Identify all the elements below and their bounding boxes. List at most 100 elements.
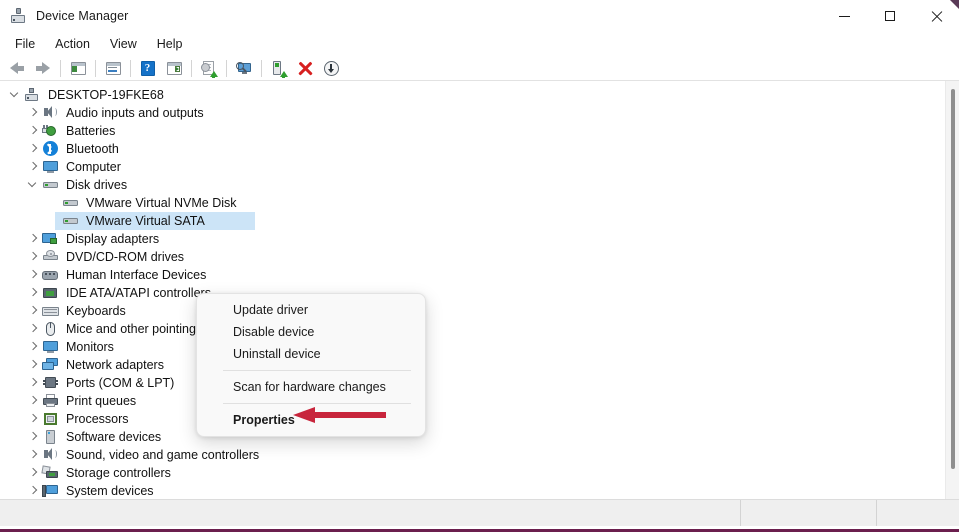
status-segment-3	[877, 500, 959, 526]
chevron-right-icon[interactable]	[26, 320, 42, 338]
chevron-right-icon[interactable]	[26, 158, 42, 176]
tree-item-mice[interactable]: Mice and other pointing devices	[0, 320, 945, 338]
chevron-right-icon[interactable]	[26, 374, 42, 392]
ctx-disable-device[interactable]: Disable device	[201, 321, 421, 343]
tree-item-label: Sound, video and game controllers	[66, 448, 260, 462]
chevron-right-icon[interactable]	[26, 410, 42, 428]
chevron-right-icon[interactable]	[26, 248, 42, 266]
tree-item-ports[interactable]: Ports (COM & LPT)	[0, 374, 945, 392]
update-driver-button[interactable]	[196, 57, 222, 80]
device-tree[interactable]: DESKTOP-19FKE68 Audio inputs and outputs…	[0, 81, 945, 500]
maximize-button[interactable]	[867, 0, 913, 32]
show-hide-action-pane-button[interactable]	[161, 57, 187, 80]
dvd-drive-icon	[42, 249, 59, 265]
chevron-right-icon[interactable]	[26, 302, 42, 320]
chevron-right-icon[interactable]	[26, 104, 42, 122]
forward-button[interactable]	[30, 57, 56, 80]
red-left-arrow-annotation	[293, 407, 386, 423]
uninstall-device-button[interactable]	[292, 57, 318, 80]
properties-button[interactable]	[100, 57, 126, 80]
chevron-right-icon[interactable]	[26, 356, 42, 374]
scan-hardware-changes-button[interactable]	[231, 57, 257, 80]
tree-item-software-devices[interactable]: Software devices	[0, 428, 945, 446]
tree-item-computer[interactable]: Computer	[0, 158, 945, 176]
tree-item-hid[interactable]: Human Interface Devices	[0, 266, 945, 284]
tree-item-storage-controllers[interactable]: Storage controllers	[0, 464, 945, 482]
vertical-scrollbar[interactable]	[945, 81, 959, 500]
storage-controller-icon	[41, 465, 59, 481]
enable-device-icon	[271, 60, 288, 78]
tree-item-monitors[interactable]: Monitors	[0, 338, 945, 356]
scrollbar-thumb[interactable]	[951, 89, 955, 469]
tree-item-label: Human Interface Devices	[66, 268, 207, 282]
tree-item-sound-video-game[interactable]: Sound, video and game controllers	[0, 446, 945, 464]
action-pane-icon	[166, 60, 183, 77]
tree-item-dvd-drives[interactable]: DVD/CD-ROM drives	[0, 248, 945, 266]
chevron-right-icon[interactable]	[26, 428, 42, 446]
context-menu-separator	[223, 403, 411, 404]
chevron-right-icon[interactable]	[26, 140, 42, 158]
disable-device-button[interactable]	[318, 57, 344, 80]
tree-item-label: VMware Virtual SATA	[86, 214, 205, 228]
chevron-right-icon[interactable]	[26, 122, 42, 140]
tree-item-nvme-disk[interactable]: VMware Virtual NVMe Disk	[0, 194, 945, 212]
menu-help[interactable]: Help	[147, 34, 193, 54]
title-bar: Device Manager	[0, 0, 959, 32]
tree-item-display-adapters[interactable]: Display adapters	[0, 230, 945, 248]
tree-item-bluetooth[interactable]: Bluetooth	[0, 140, 945, 158]
chevron-down-icon[interactable]	[8, 86, 24, 104]
help-question-icon: ?	[140, 60, 157, 77]
menu-action[interactable]: Action	[45, 34, 100, 54]
minimize-button[interactable]	[821, 0, 867, 32]
chevron-right-icon[interactable]	[26, 266, 42, 284]
tree-item-print-queues[interactable]: Print queues	[0, 392, 945, 410]
chevron-right-icon[interactable]	[26, 230, 42, 248]
tree-item-label: Processors	[66, 412, 129, 426]
tree-item-keyboards[interactable]: Keyboards	[0, 302, 945, 320]
tree-item-disk-drives[interactable]: Disk drives	[0, 176, 945, 194]
update-driver-icon	[200, 60, 218, 78]
back-arrow-icon	[10, 62, 24, 74]
display-adapter-icon	[42, 231, 59, 247]
chevron-right-icon[interactable]	[26, 464, 42, 482]
tree-item-label: System devices	[66, 484, 154, 498]
circle-down-arrow-icon	[323, 60, 339, 76]
tree-root-label: DESKTOP-19FKE68	[48, 88, 164, 102]
back-button[interactable]	[4, 57, 30, 80]
chevron-right-icon[interactable]	[26, 446, 42, 464]
menu-view[interactable]: View	[100, 34, 147, 54]
cpu-icon	[42, 411, 59, 427]
tree-item-processors[interactable]: Processors	[0, 410, 945, 428]
tree-item-sata-disk[interactable]: VMware Virtual SATA	[0, 212, 945, 230]
enable-device-button[interactable]	[266, 57, 292, 80]
device-manager-window: Device Manager File Action View Help ? D…	[0, 0, 959, 532]
show-hide-console-tree-button[interactable]	[65, 57, 91, 80]
chevron-right-icon[interactable]	[26, 284, 42, 302]
tree-item-label: Disk drives	[66, 178, 128, 192]
toolbar-separator	[95, 59, 96, 77]
tree-item-batteries[interactable]: Batteries	[0, 122, 945, 140]
status-segment-1	[0, 500, 741, 526]
tree-root-row[interactable]: DESKTOP-19FKE68	[0, 86, 945, 104]
software-device-icon	[42, 429, 59, 445]
tree-item-label: Print queues	[66, 394, 137, 408]
chevron-right-icon[interactable]	[26, 482, 42, 500]
tree-item-ide-controllers[interactable]: IDE ATA/ATAPI controllers	[0, 284, 945, 302]
chevron-right-icon[interactable]	[26, 338, 42, 356]
red-x-icon	[298, 61, 312, 75]
tree-item-label: Display adapters	[66, 232, 160, 246]
tree-item-audio[interactable]: Audio inputs and outputs	[0, 104, 945, 122]
toolbar-separator	[60, 59, 61, 77]
chevron-right-icon[interactable]	[26, 392, 42, 410]
tree-item-network-adapters[interactable]: Network adapters	[0, 356, 945, 374]
ctx-update-driver[interactable]: Update driver	[201, 299, 421, 321]
help-button[interactable]: ?	[135, 57, 161, 80]
tree-item-system-devices[interactable]: System devices	[0, 482, 945, 500]
chevron-down-icon[interactable]	[26, 176, 42, 194]
tree-item-label: Keyboards	[66, 304, 126, 318]
tree-item-label: Software devices	[66, 430, 162, 444]
ctx-uninstall-device[interactable]: Uninstall device	[201, 343, 421, 365]
menu-file[interactable]: File	[5, 34, 45, 54]
network-adapter-icon	[42, 357, 59, 373]
ctx-scan-hardware-changes[interactable]: Scan for hardware changes	[201, 376, 421, 398]
